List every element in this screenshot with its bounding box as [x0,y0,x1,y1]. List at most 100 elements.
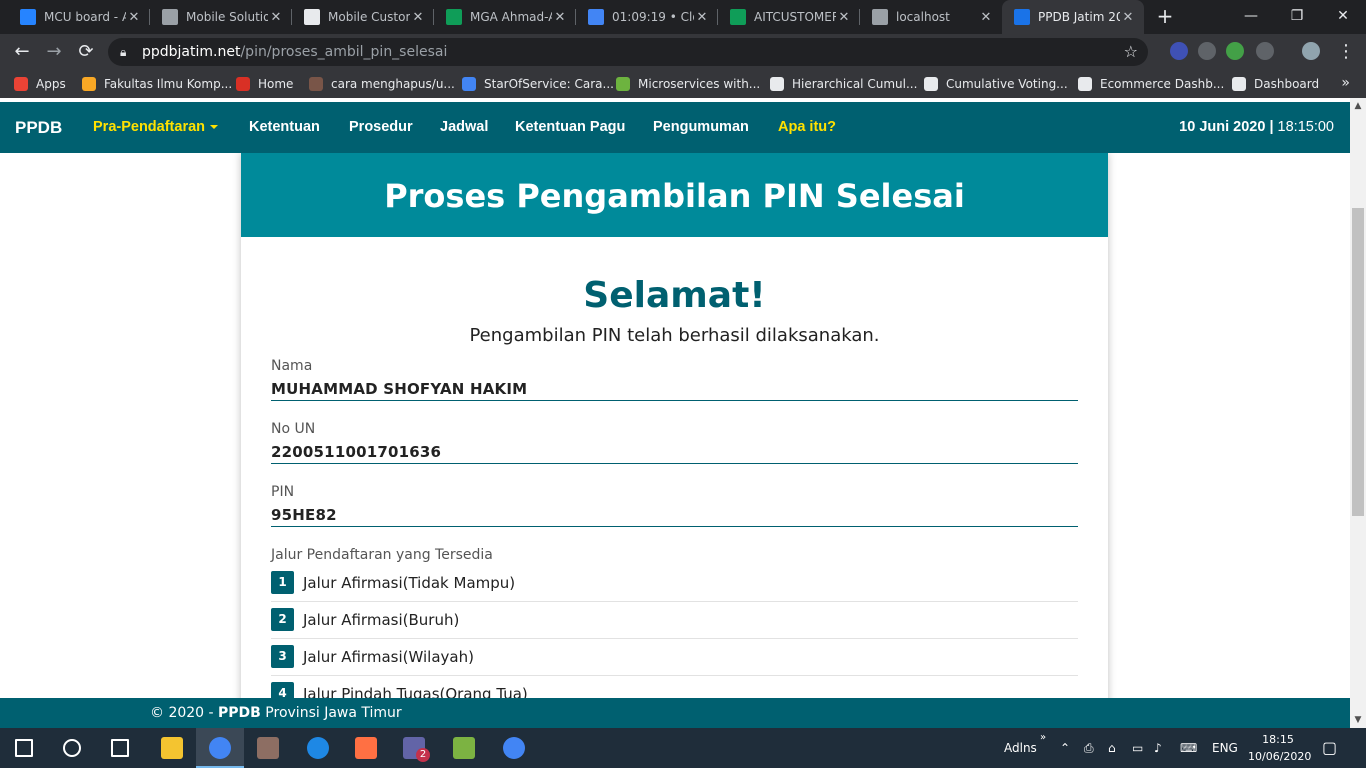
back-icon[interactable]: ← [10,40,34,64]
jalur-item: 4 Jalur Pindah Tugas(Orang Tua) [271,675,1078,698]
bookmark-favicon-icon [236,77,250,91]
tab-close-icon[interactable]: ✕ [552,10,568,25]
taskbar-clock[interactable]: 18:15 10/06/2020 [1248,731,1311,765]
bookmark-item[interactable]: Cumulative Voting... [924,70,1068,98]
nav-link[interactable]: Apa itu? [778,102,836,153]
taskbar-teams-button[interactable]: 2 [390,728,438,768]
taskbar-chrome-2-button[interactable] [490,728,538,768]
tab-favicon-icon [730,9,746,25]
close-window-button[interactable]: ✕ [1320,0,1366,34]
page-scrollbar[interactable]: ▲ ▼ [1350,98,1366,728]
bookmark-label: Dashboard [1254,77,1320,91]
menu-icon[interactable]: ⋮ [1334,40,1358,64]
bookmark-star-icon[interactable]: ☆ [1124,38,1138,66]
restore-window-button[interactable]: ❐ [1274,0,1320,34]
nav-link[interactable]: Pra-Pendaftaran [93,102,219,153]
browser-tab[interactable]: localhost ✕ [860,0,1002,34]
extension-icon[interactable] [1226,42,1244,60]
card-title: Proses Pengambilan PIN Selesai [241,153,1108,237]
new-tab-button[interactable]: + [1155,6,1175,26]
page-content: Proses Pengambilan PIN Selesai Selamat! … [0,153,1350,698]
cast-icon[interactable] [1198,42,1216,60]
nav-link[interactable]: Ketentuan Pagu [515,102,625,153]
browser-tab[interactable]: Mobile Solutio ✕ [150,0,292,34]
taskbar-windows-start-button[interactable] [0,728,48,768]
show-hidden-icons-icon[interactable]: ⌃ [1060,728,1070,768]
bookmark-favicon-icon [616,77,630,91]
browser-tab[interactable]: Mobile Custom ✕ [292,0,434,34]
bookmark-item[interactable]: Dashboard [1232,70,1319,98]
bookmark-item[interactable]: Ecommerce Dashb... [1078,70,1224,98]
field-no-un: No UN 2200511001701636 [271,421,1078,464]
footer-text: © 2020 - PPDB Provinsi Jawa Timur [150,698,402,728]
nav-link[interactable]: Pengumuman [653,102,749,153]
tab-title: AITCUSTOMER [754,10,836,24]
bookmark-favicon-icon [1078,77,1092,91]
bookmark-favicon-icon [82,77,96,91]
tray-adlns[interactable]: Adlns [1004,728,1037,768]
taskbar-photos-app-button[interactable] [342,728,390,768]
browser-tab[interactable]: AITCUSTOMER ✕ [718,0,860,34]
profile-avatar[interactable] [1302,42,1320,60]
bookmark-item[interactable]: Fakultas Ilmu Komp... [82,70,232,98]
taskbar-task-view-button[interactable] [96,728,144,768]
taskbar-notepad-app-button[interactable] [440,728,488,768]
scrollbar-thumb[interactable] [1352,208,1364,516]
nav-link[interactable]: Prosedur [349,102,413,153]
battery-icon[interactable]: ▭ [1132,728,1143,768]
taskbar-game-app-button[interactable] [244,728,292,768]
scroll-down-icon[interactable]: ▼ [1350,712,1366,728]
nav-link[interactable]: Jadwal [440,102,488,153]
tab-favicon-icon [20,9,36,25]
tab-title: MGA Ahmad-A [470,10,552,24]
site-navbar: PPDB Pra-Pendaftaran Ketentuan Prosedur Jad… [0,102,1350,153]
browser-tab[interactable]: 01:09:19 • Cloc✕ [576,0,718,34]
scroll-up-icon[interactable]: ▲ [1350,98,1366,114]
bookmark-item[interactable]: Home [236,70,293,98]
volume-icon[interactable]: ♪ [1154,728,1162,768]
reload-icon[interactable]: ⟳ [74,40,98,64]
taskbar-file-explorer-button[interactable] [148,728,196,768]
success-message: Pengambilan PIN telah berhasil dilaksana… [469,325,880,346]
extension-icon[interactable] [1256,42,1274,60]
tab-close-icon[interactable]: ✕ [978,10,994,25]
address-bar[interactable]: 🔒︎ ppdbjatim.net/pin/proses_ambil_pin_se… [108,38,1148,66]
bookmarks-more-icon[interactable]: » [1341,75,1350,91]
taskbar-edge-button[interactable] [294,728,342,768]
forward-icon[interactable]: → [42,40,66,64]
taskbar-search-button[interactable] [48,728,96,768]
tab-close-icon[interactable]: ✕ [836,10,852,25]
browser-tab[interactable]: PPDB Jatim 20 ✕ [1002,0,1144,34]
keyboard-icon[interactable]: ⌨ [1180,728,1197,768]
nav-link[interactable]: Ketentuan [249,102,320,153]
tab-close-icon[interactable]: ✕ [410,10,426,25]
tray-more-icon[interactable]: » [1040,728,1046,768]
bookmark-item[interactable]: cara menghapus/u... [309,70,455,98]
jalur-text: Jalur Afirmasi(Buruh) [303,610,460,629]
browser-tab[interactable]: MCU board - A ✕ [8,0,150,34]
tab-close-icon[interactable]: ✕ [126,10,142,25]
site-brand[interactable]: PPDB [15,102,62,153]
field-value: 95HE82 [271,506,1078,527]
tab-close-icon[interactable]: ✕ [694,10,710,25]
printer-icon[interactable]: ⎙ [1084,728,1094,768]
network-icon[interactable]: ⌂ [1108,728,1116,768]
bookmark-item[interactable]: Apps [14,70,66,98]
tab-title: Mobile Custom [328,10,410,24]
bookmark-item[interactable]: StarOfService: Cara... [462,70,614,98]
task-view-icon [111,739,129,757]
taskbar-chrome-button[interactable] [196,728,244,768]
bookmark-item[interactable]: Microservices with... [616,70,760,98]
tab-close-icon[interactable]: ✕ [268,10,284,25]
extension-icon[interactable] [1170,42,1188,60]
bookmark-item[interactable]: Hierarchical Cumul... [770,70,917,98]
nav-date: 10 Juni 2020 [1179,119,1266,135]
language-indicator[interactable]: ENG [1212,728,1238,768]
tab-close-icon[interactable]: ✕ [1120,10,1136,25]
jalur-text: Jalur Pindah Tugas(Orang Tua) [303,684,528,699]
notification-icon[interactable]: ▢ [1322,728,1337,768]
nav-link-label: Ketentuan [249,119,320,135]
browser-tab[interactable]: MGA Ahmad-A ✕ [434,0,576,34]
jalur-label: Jalur Pendaftaran yang Tersedia [271,547,493,563]
minimize-window-button[interactable]: — [1228,0,1274,34]
